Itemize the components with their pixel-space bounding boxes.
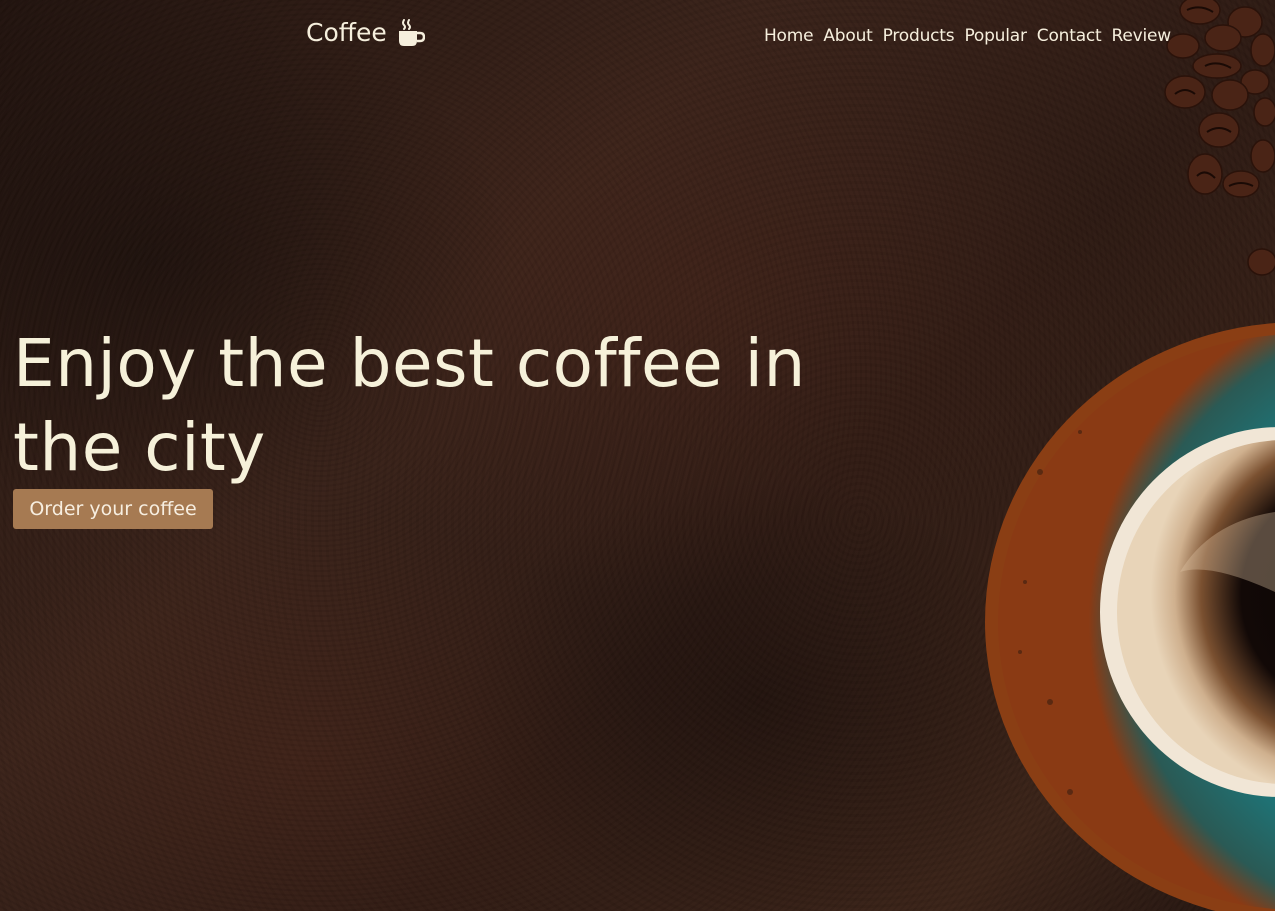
site-logo[interactable]: Coffee — [306, 18, 425, 47]
nav-about-link[interactable]: About — [823, 26, 872, 46]
nav-review-link[interactable]: Review — [1112, 26, 1172, 46]
coffee-cup-image — [985, 322, 1275, 911]
mug-hot-icon — [398, 18, 425, 46]
nav-contact-link[interactable]: Contact — [1037, 26, 1102, 46]
nav-home-link[interactable]: Home — [764, 26, 814, 46]
main-nav: Home About Products Popular Contact Revi… — [764, 26, 1171, 46]
nav-popular-link[interactable]: Popular — [964, 26, 1027, 46]
hero-section: Coffee Home About Products Popular Conta… — [0, 0, 1275, 911]
nav-products-link[interactable]: Products — [883, 26, 955, 46]
logo-text: Coffee — [306, 18, 387, 47]
hero-headline: Enjoy the best coffee in the city — [13, 325, 806, 486]
order-coffee-button[interactable]: Order your coffee — [13, 489, 213, 529]
